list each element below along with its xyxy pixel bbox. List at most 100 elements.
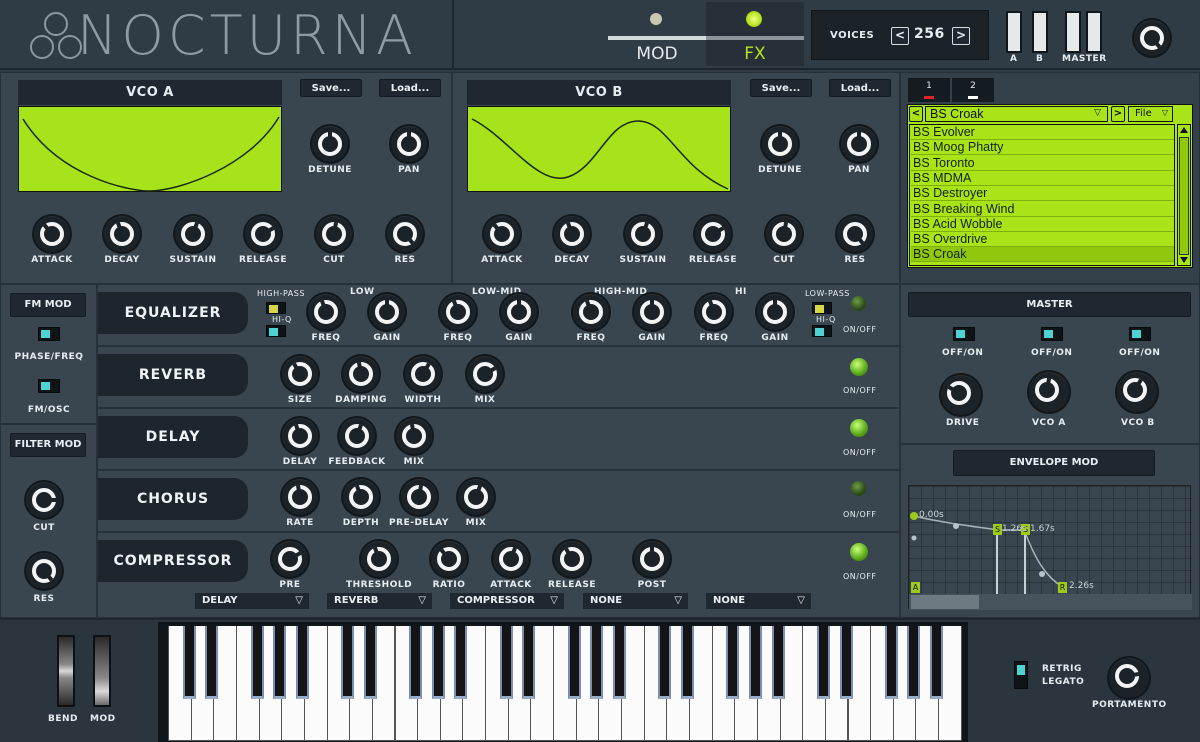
chorus-mix-knob[interactable] bbox=[458, 479, 494, 515]
compressor-attack-knob[interactable] bbox=[493, 541, 529, 577]
eq-highpass-hiq-toggle[interactable] bbox=[266, 325, 286, 337]
preset-list-scrollbar[interactable] bbox=[1177, 124, 1191, 266]
preset-item[interactable]: BS Evolver bbox=[911, 125, 1174, 140]
vco-b-waveform-display[interactable] bbox=[467, 106, 731, 192]
eq-low-freq-knob[interactable] bbox=[308, 294, 344, 330]
vco-b-cut-knob[interactable] bbox=[766, 216, 802, 252]
scroll-thumb[interactable] bbox=[1179, 137, 1189, 255]
chorus-depth-knob[interactable] bbox=[343, 479, 379, 515]
reverb-onoff-led[interactable] bbox=[850, 358, 868, 376]
env-marker-r[interactable]: R bbox=[1058, 582, 1067, 593]
piano-black-key[interactable] bbox=[567, 626, 581, 699]
vco-b-attack-knob[interactable] bbox=[484, 216, 520, 252]
routing-slot-4[interactable]: NONE ▽ bbox=[583, 593, 688, 609]
vco-b-load-button[interactable]: Load... bbox=[829, 79, 891, 97]
routing-slot-1[interactable]: DELAY ▽ bbox=[195, 593, 309, 609]
vco-a-save-button[interactable]: Save... bbox=[300, 79, 362, 97]
routing-slot-3[interactable]: COMPRESSOR ▽ bbox=[450, 593, 564, 609]
vco-b-decay-knob[interactable] bbox=[554, 216, 590, 252]
reverb-size-knob[interactable] bbox=[282, 356, 318, 392]
vco-a-decay-knob[interactable] bbox=[104, 216, 140, 252]
piano-black-key[interactable] bbox=[748, 626, 762, 699]
vco-a-waveform-display[interactable] bbox=[18, 106, 282, 192]
preset-item[interactable]: BS MDMA bbox=[911, 170, 1174, 186]
eq-high-mid-gain-knob[interactable] bbox=[634, 294, 670, 330]
fm-osc-toggle[interactable] bbox=[38, 379, 60, 393]
mod-wheel[interactable] bbox=[93, 635, 111, 707]
retrig-legato-toggle[interactable] bbox=[1014, 661, 1028, 689]
piano-black-key[interactable] bbox=[930, 626, 944, 699]
piano-black-key[interactable] bbox=[771, 626, 785, 699]
piano-black-key[interactable] bbox=[613, 626, 626, 699]
master-drive-toggle[interactable] bbox=[953, 327, 975, 341]
eq-low-gain-knob[interactable] bbox=[369, 294, 405, 330]
piano-black-key[interactable] bbox=[341, 626, 355, 699]
vco-b-release-knob[interactable] bbox=[695, 216, 731, 252]
chorus-rate-knob[interactable] bbox=[282, 479, 318, 515]
compressor-onoff-led[interactable] bbox=[850, 543, 868, 561]
compressor-ratio-knob[interactable] bbox=[431, 541, 467, 577]
vco-a-attack-knob[interactable] bbox=[34, 216, 70, 252]
browser-current-preset[interactable]: BS Croak ▽ bbox=[925, 106, 1108, 122]
eq-hi-freq-knob[interactable] bbox=[696, 294, 732, 330]
pitch-bend-wheel[interactable] bbox=[57, 635, 75, 707]
compressor-release-knob[interactable] bbox=[554, 541, 590, 577]
piano-black-key[interactable] bbox=[816, 626, 830, 699]
piano-black-key[interactable] bbox=[590, 626, 604, 699]
vco-a-sustain-knob[interactable] bbox=[175, 216, 211, 252]
piano-black-key[interactable] bbox=[205, 626, 219, 699]
master-drive-knob[interactable] bbox=[941, 375, 981, 415]
vco-a-res-knob[interactable] bbox=[387, 216, 423, 252]
reverb-width-knob[interactable] bbox=[405, 356, 441, 392]
piano-black-key[interactable] bbox=[522, 626, 536, 699]
piano-black-key[interactable] bbox=[454, 626, 468, 699]
vco-a-pan-knob[interactable] bbox=[391, 126, 427, 162]
fader-master-r[interactable] bbox=[1086, 11, 1102, 53]
routing-slot-2[interactable]: REVERB ▽ bbox=[327, 593, 432, 609]
chorus-pre-delay-knob[interactable] bbox=[401, 479, 437, 515]
fader-b[interactable] bbox=[1032, 11, 1048, 53]
piano-black-key[interactable] bbox=[273, 626, 287, 699]
eq-hi-gain-knob[interactable] bbox=[757, 294, 793, 330]
vco-a-load-button[interactable]: Load... bbox=[379, 79, 441, 97]
piano-black-key[interactable] bbox=[680, 626, 694, 699]
piano-black-key[interactable] bbox=[250, 626, 264, 699]
delay-onoff-led[interactable] bbox=[850, 419, 868, 437]
tab-mod[interactable]: MOD bbox=[608, 2, 706, 66]
piano-black-key[interactable] bbox=[907, 626, 921, 699]
preset-item[interactable]: BS Overdrive bbox=[911, 232, 1174, 248]
preset-item[interactable]: BS Acid Wobble bbox=[911, 216, 1174, 232]
preset-item[interactable]: BS Destroyer bbox=[911, 186, 1174, 202]
voices-next-button[interactable]: > bbox=[952, 27, 970, 45]
browser-next-button[interactable]: > bbox=[1111, 106, 1125, 122]
filter-res-knob[interactable] bbox=[26, 553, 62, 589]
master-vco-b-toggle[interactable] bbox=[1129, 327, 1151, 341]
filter-cut-knob[interactable] bbox=[26, 482, 62, 518]
delay-feedback-knob[interactable] bbox=[339, 418, 375, 454]
phase-freq-toggle[interactable] bbox=[38, 327, 60, 341]
master-vco-b-knob[interactable] bbox=[1117, 372, 1157, 412]
piano-black-key[interactable] bbox=[726, 626, 740, 699]
vco-b-save-button[interactable]: Save... bbox=[750, 79, 812, 97]
env-marker-a[interactable]: A bbox=[911, 582, 920, 593]
piano-black-key[interactable] bbox=[431, 626, 445, 699]
routing-slot-5[interactable]: NONE ▽ bbox=[706, 593, 811, 609]
eq-highpass-toggle[interactable] bbox=[266, 302, 286, 314]
tab-fx[interactable]: FX bbox=[706, 2, 804, 66]
vco-a-cut-knob[interactable] bbox=[316, 216, 352, 252]
preset-item[interactable]: BS Croak bbox=[911, 247, 1174, 263]
piano-black-key[interactable] bbox=[295, 626, 309, 699]
compressor-pre-knob[interactable] bbox=[272, 541, 308, 577]
vco-b-pan-knob[interactable] bbox=[841, 126, 877, 162]
piano-black-key[interactable] bbox=[363, 626, 377, 699]
eq-high-mid-freq-knob[interactable] bbox=[573, 294, 609, 330]
chorus-onoff-led[interactable] bbox=[851, 481, 866, 496]
vco-b-detune-knob[interactable] bbox=[762, 126, 798, 162]
fader-master-l[interactable] bbox=[1065, 11, 1081, 53]
compressor-post-knob[interactable] bbox=[634, 541, 670, 577]
preset-item[interactable]: BS Moog Phatty bbox=[911, 140, 1174, 156]
env-marker-s1[interactable]: S bbox=[993, 524, 1002, 535]
piano-black-key[interactable] bbox=[839, 626, 853, 699]
preset-item[interactable]: BS Breaking Wind bbox=[911, 201, 1174, 217]
voices-prev-button[interactable]: < bbox=[891, 27, 909, 45]
